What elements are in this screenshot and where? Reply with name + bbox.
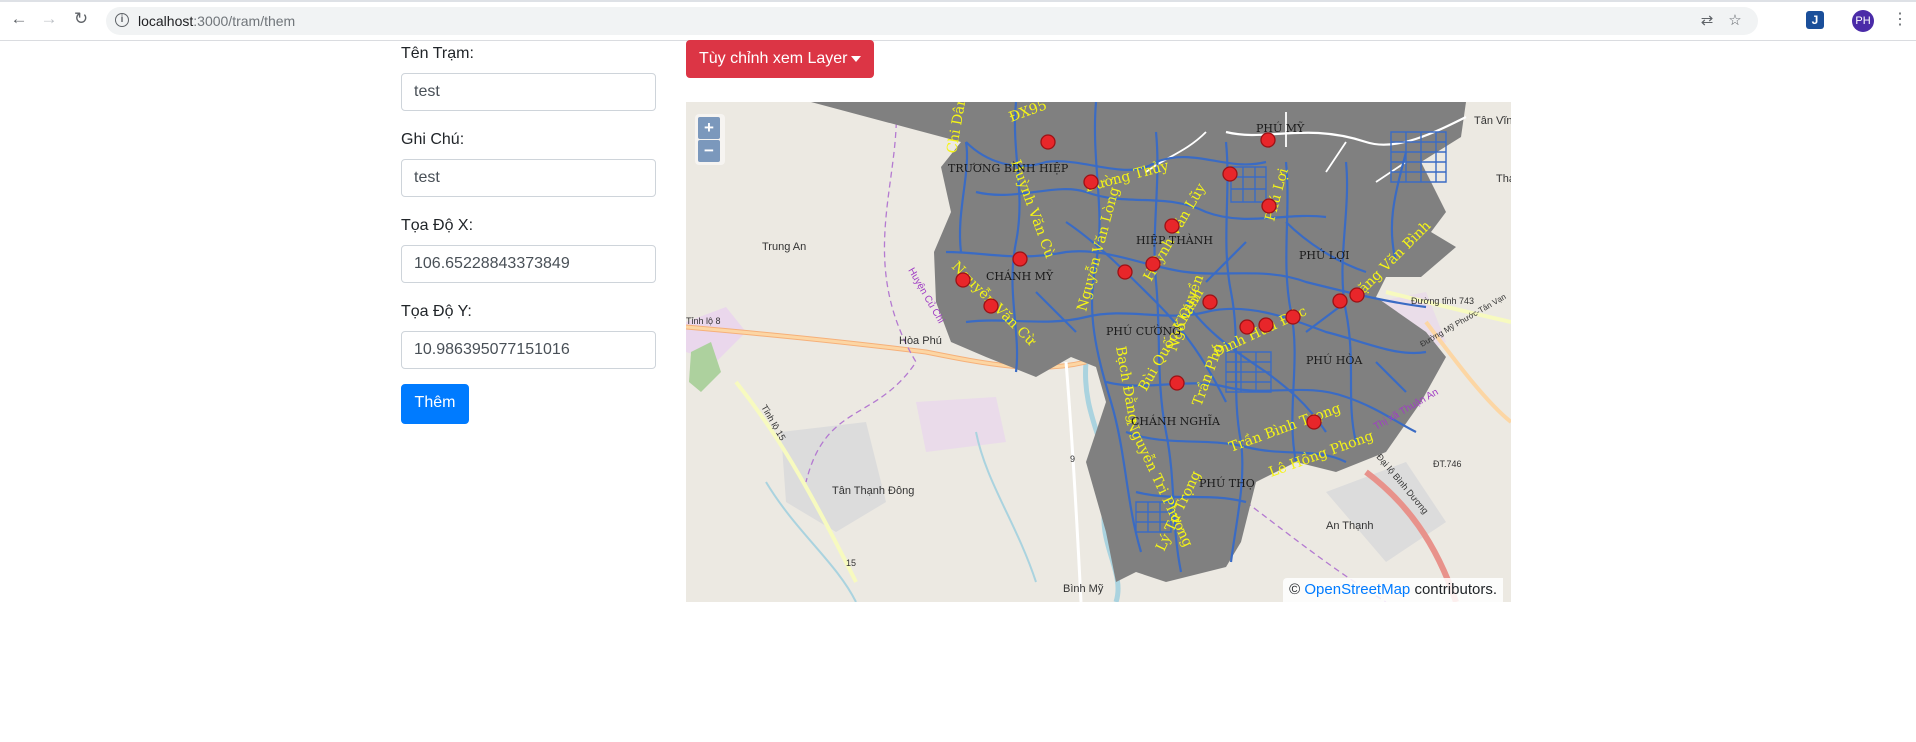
browser-toolbar: ← → ↻ i localhost:3000/tram/them ⇄ ☆ J P…	[0, 0, 1916, 41]
station-marker[interactable]	[1349, 287, 1365, 303]
zoom-out-button[interactable]: −	[698, 140, 720, 162]
add-button[interactable]: Thêm	[401, 384, 469, 424]
map-place-label: Thạ	[1496, 173, 1511, 185]
attribution-suffix: contributors.	[1414, 581, 1497, 598]
map-place-label: Bình Mỹ	[1063, 583, 1104, 595]
station-name-label: Tên Trạm:	[401, 45, 474, 62]
station-marker[interactable]	[1260, 132, 1276, 148]
map-area-label: HIỆP THÀNH	[1136, 233, 1213, 247]
map-area-label: PHÚ MỸ	[1256, 121, 1305, 135]
profile-avatar[interactable]: PH	[1852, 10, 1874, 32]
map-view[interactable]: Chi Dân ĐX95 Huỳnh Văn Cù Đường Thủy Ngu…	[686, 102, 1511, 602]
zoom-in-button[interactable]: +	[698, 117, 720, 139]
map-area-label: PHÚ HÒA	[1306, 353, 1363, 367]
station-marker[interactable]	[955, 272, 971, 288]
station-marker[interactable]	[1164, 218, 1180, 234]
station-marker[interactable]	[1285, 309, 1301, 325]
station-marker[interactable]	[1258, 317, 1274, 333]
coord-x-label: Tọa Độ X:	[401, 217, 474, 234]
openstreetmap-link[interactable]: OpenStreetMap	[1304, 581, 1410, 598]
station-marker[interactable]	[1261, 198, 1277, 214]
map-road-label: Tỉnh lộ 8	[686, 316, 721, 326]
station-marker[interactable]	[1012, 251, 1028, 267]
map-road-label: 9	[1070, 454, 1075, 464]
station-marker[interactable]	[1117, 264, 1133, 280]
station-marker[interactable]	[983, 298, 999, 314]
map-road-label: ĐT.746	[1433, 459, 1462, 469]
map-canvas[interactable]: Chi Dân ĐX95 Huỳnh Văn Cù Đường Thủy Ngu…	[686, 102, 1511, 602]
station-marker[interactable]	[1239, 319, 1255, 335]
map-area-label: CHÁNH MỸ	[986, 269, 1054, 283]
bookmark-star-icon[interactable]: ☆	[1726, 12, 1744, 30]
coord-y-group: Tọa Độ Y:	[401, 302, 657, 369]
extension-icon[interactable]: J	[1806, 11, 1824, 29]
browser-menu-icon[interactable]: ⋮	[1892, 9, 1908, 31]
map-area-label: PHÚ THỌ	[1199, 476, 1255, 490]
layer-options-label: Tùy chỉnh xem Layer	[699, 50, 848, 67]
note-group: Ghi Chú:	[401, 130, 657, 197]
station-marker[interactable]	[1222, 166, 1238, 182]
zoom-control: + −	[695, 114, 725, 165]
station-marker[interactable]	[1083, 174, 1099, 190]
map-area-label: TRƯƠNG BÌNH HIỆP	[948, 161, 1069, 175]
coord-x-group: Tọa Độ X:	[401, 216, 657, 283]
station-marker[interactable]	[1202, 294, 1218, 310]
map-area-label: CHÁNH NGHĨA	[1131, 414, 1221, 428]
translate-icon[interactable]: ⇄	[1698, 12, 1716, 30]
address-url[interactable]: localhost:3000/tram/them	[138, 13, 295, 29]
station-marker[interactable]	[1332, 293, 1348, 309]
note-input[interactable]	[401, 159, 656, 197]
attribution-copyright: ©	[1289, 581, 1301, 598]
reload-icon[interactable]: ↻	[70, 8, 92, 30]
layer-options-dropdown[interactable]: Tùy chỉnh xem Layer	[686, 40, 874, 78]
station-marker[interactable]	[1145, 256, 1161, 272]
map-place-label: Tân Thạnh Đông	[832, 485, 914, 497]
map-area-label: PHÚ LỢI	[1299, 248, 1349, 262]
coord-y-input[interactable]	[401, 331, 656, 369]
map-road-label: 15	[846, 558, 856, 568]
station-name-group: Tên Trạm:	[401, 44, 657, 111]
note-label: Ghi Chú:	[401, 131, 465, 148]
forward-icon[interactable]: →	[38, 8, 60, 30]
caret-down-icon	[851, 56, 861, 62]
map-place-label: Hòa Phú	[899, 335, 942, 347]
coord-x-input[interactable]	[401, 245, 656, 283]
map-place-label: An Thạnh	[1326, 520, 1374, 532]
station-marker[interactable]	[1040, 134, 1056, 150]
map-area-label: PHÚ CƯỜNG	[1106, 324, 1181, 338]
coord-y-label: Tọa Độ Y:	[401, 303, 472, 320]
station-marker[interactable]	[1306, 414, 1322, 430]
url-path: :3000/tram/them	[193, 13, 296, 29]
tab-strip	[0, 0, 1916, 2]
map-road-label: Đường tỉnh 743	[1411, 296, 1474, 306]
back-icon[interactable]: ←	[8, 8, 30, 30]
address-bar[interactable]: i localhost:3000/tram/them ⇄ ☆	[106, 7, 1758, 35]
map-place-label: Tân Vĩn	[1474, 115, 1511, 127]
url-host: localhost	[138, 13, 194, 29]
map-attribution: © OpenStreetMap contributors.	[1283, 578, 1503, 602]
station-name-input[interactable]	[401, 73, 656, 111]
site-info-icon[interactable]: i	[115, 13, 129, 27]
station-marker[interactable]	[1169, 375, 1185, 391]
map-place-label: Trung An	[762, 241, 806, 253]
